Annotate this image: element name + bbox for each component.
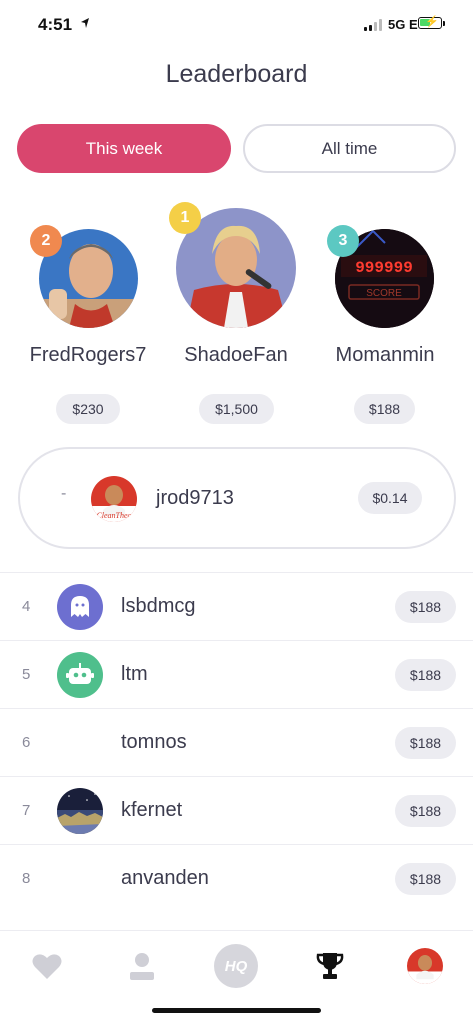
list-item[interactable]: 4 lsbdmcg $188 — [0, 572, 473, 640]
nav-avatar[interactable] — [400, 941, 450, 991]
score-digits: 999999 — [355, 259, 413, 277]
current-user-card[interactable]: - CleanTheo jrod9713 $0.14 — [18, 447, 456, 549]
row-name: tomnos — [121, 731, 187, 753]
row-prize: $188 — [395, 795, 456, 827]
row-prize: $188 — [395, 659, 456, 691]
list-item[interactable]: 5 ltm $188 — [0, 640, 473, 708]
nav-avatar-image — [407, 948, 443, 984]
leaderboard-list: 4 lsbdmcg $188 5 ltm $188 6 tomnos $188 … — [0, 572, 473, 912]
rank-badge-2: 2 — [30, 225, 62, 257]
current-user-rank: - — [61, 485, 67, 502]
row-name: ltm — [121, 663, 148, 685]
row-name: anvanden — [121, 867, 209, 889]
hq-label: HQ — [214, 944, 258, 988]
podium-name-2: FredRogers7 — [29, 344, 147, 366]
row-rank: 6 — [22, 734, 31, 751]
list-item[interactable]: 8 anvanden $188 — [0, 844, 473, 912]
battery-tip — [443, 21, 445, 26]
battery-icon: ⚡ — [418, 16, 442, 29]
row-name: lsbdmcg — [121, 595, 196, 617]
row-rank: 8 — [22, 870, 31, 887]
row-rank: 5 — [22, 666, 31, 683]
row-avatar-photo — [57, 788, 103, 834]
podium-name-3: Momanmin — [335, 344, 435, 366]
podium-name-1: ShadoeFan — [184, 344, 288, 366]
current-user-prize: $0.14 — [358, 482, 422, 514]
trophy-icon[interactable] — [305, 941, 355, 991]
status-time: 4:51 — [38, 15, 73, 34]
row-name: kfernet — [121, 799, 183, 821]
podium-prize-1: $1,500 — [199, 394, 274, 424]
current-user-avatar: CleanTheo — [91, 476, 137, 522]
page-title: Leaderboard — [165, 60, 308, 88]
score-label: SCORE — [366, 288, 402, 299]
status-bar: 4:51 5G E ⚡ — [0, 0, 473, 50]
rank-badge-1: 1 — [169, 202, 201, 234]
current-user-avatar-text: CleanTheo — [96, 511, 131, 520]
row-rank: 7 — [22, 802, 31, 819]
podium-prize-2: $230 — [56, 394, 120, 424]
home-indicator — [152, 1008, 321, 1013]
row-prize: $188 — [395, 863, 456, 895]
hq-icon[interactable]: HQ — [211, 941, 261, 991]
current-user-name: jrod9713 — [156, 487, 234, 509]
list-item[interactable]: 7 kfernet $188 — [0, 776, 473, 844]
robot-icon — [57, 652, 103, 698]
row-prize: $188 — [395, 591, 456, 623]
row-prize: $188 — [395, 727, 456, 759]
list-item[interactable]: 6 tomnos $188 — [0, 708, 473, 776]
podium-prize-3: $188 — [354, 394, 415, 424]
network-type: 5G E — [388, 17, 418, 32]
ghost-icon — [57, 584, 103, 630]
tab-all-time[interactable]: All time — [243, 124, 456, 173]
row-rank: 4 — [22, 598, 31, 615]
rank-badge-3: 3 — [327, 225, 359, 257]
profile-icon[interactable] — [117, 941, 167, 991]
heart-icon[interactable] — [22, 941, 72, 991]
cellular-signal-icon — [364, 19, 382, 31]
location-arrow-icon — [81, 18, 89, 28]
tab-this-week[interactable]: This week — [17, 124, 231, 173]
